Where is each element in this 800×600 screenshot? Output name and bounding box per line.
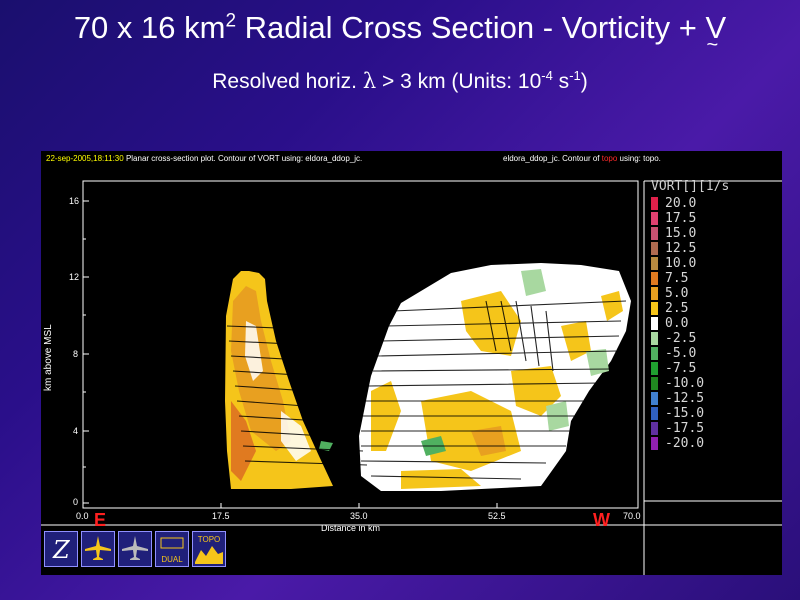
zebra-button[interactable]: Z — [44, 531, 78, 567]
aircraft-grey-icon — [122, 536, 148, 560]
legend-swatch — [651, 287, 658, 300]
legend-swatch — [651, 407, 658, 420]
dual-icon: DUAL — [160, 537, 184, 564]
legend-value: -2.5 — [665, 331, 697, 346]
legend-value: -10.0 — [665, 376, 705, 391]
legend-value: 7.5 — [665, 271, 689, 286]
legend-swatch — [651, 362, 658, 375]
legend-value: 10.0 — [665, 256, 697, 271]
topo-icon: TOPO — [195, 535, 223, 564]
legend-value: 5.0 — [665, 286, 689, 301]
xtick-52-5: 52.5 — [488, 511, 506, 521]
ytick-12: 12 — [69, 272, 80, 282]
legend-swatch — [651, 212, 658, 225]
legend-swatch — [651, 272, 658, 285]
legend-value: -7.5 — [665, 361, 697, 376]
plot-window: 22-sep-2005,18:11:30 Planar cross-sectio… — [41, 151, 782, 575]
legend-swatch — [651, 227, 658, 240]
xtick-70: 70.0 — [623, 511, 641, 521]
west-label: W — [593, 510, 610, 530]
svg-text:DUAL: DUAL — [161, 555, 183, 564]
legend-value: 12.5 — [665, 241, 697, 256]
legend-title: VORT[][1/s — [651, 179, 730, 194]
legend-swatch — [651, 437, 658, 450]
left-echo-region — [225, 271, 333, 489]
legend-swatch — [651, 332, 658, 345]
ytick-4: 4 — [73, 426, 79, 436]
svg-text:TOPO: TOPO — [198, 535, 221, 544]
xtick-0: 0.0 — [76, 511, 89, 521]
xtick-35: 35.0 — [350, 511, 368, 521]
ytick-16: 16 — [69, 196, 80, 206]
legend-value: -15.0 — [665, 406, 705, 421]
aircraft-icon — [85, 536, 111, 560]
legend-swatch — [651, 377, 658, 390]
svg-text:Z: Z — [52, 536, 71, 564]
dual-nrl-aircraft-button[interactable] — [81, 531, 115, 567]
legend-value: -12.5 — [665, 391, 705, 406]
legend-value: 15.0 — [665, 226, 697, 241]
slide-subtitle: Resolved horiz. λ > 3 km (Units: 10-4 s-… — [212, 68, 588, 93]
legend-value: 2.5 — [665, 301, 689, 316]
xtick-17-5: 17.5 — [212, 511, 230, 521]
ytick-8: 8 — [73, 349, 79, 359]
legend-swatch — [651, 197, 658, 210]
legend-value: 17.5 — [665, 211, 697, 226]
legend-swatch — [651, 257, 658, 270]
legend-swatch — [651, 317, 658, 330]
y-axis-label: km above MSL — [43, 324, 54, 391]
zebra-icon: Z — [52, 536, 71, 564]
x-ticks — [220, 503, 498, 508]
ytick-0: 0 — [73, 497, 79, 507]
legend-swatch — [651, 242, 658, 255]
topo-button[interactable]: TOPO — [192, 531, 226, 567]
x-axis-label: Distance in km — [321, 523, 381, 533]
y-ticks — [83, 200, 89, 504]
legend-value: 0.0 — [665, 316, 689, 331]
legend-value: -5.0 — [665, 346, 697, 361]
legend-swatch — [651, 422, 658, 435]
legend-value: -17.5 — [665, 421, 705, 436]
legend-swatch — [651, 392, 658, 405]
dual-button[interactable]: DUAL — [155, 531, 189, 567]
dual-nrl-aircraft-grey-button[interactable] — [118, 531, 152, 567]
legend-swatch — [651, 302, 658, 315]
east-label: E — [94, 510, 107, 530]
slide-title: 70 x 16 km2 Radial Cross Section - Vorti… — [73, 10, 727, 56]
legend-swatch — [651, 347, 658, 360]
right-echo-region — [359, 263, 631, 491]
legend-value: 20.0 — [665, 196, 697, 211]
legend-value: -20.0 — [665, 436, 705, 451]
